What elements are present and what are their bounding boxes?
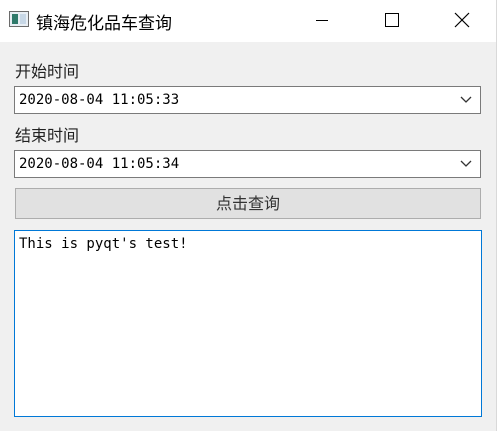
window-app-icon xyxy=(9,11,29,27)
start-time-combobox[interactable]: 2020-08-04 11:05:33 xyxy=(14,86,481,114)
close-button[interactable] xyxy=(439,0,485,42)
main-window: 镇海危化品车查询 开始时间 2020-08-04 11:05:33 结束时间 2… xyxy=(0,0,496,431)
window-right-edge xyxy=(496,0,500,431)
output-textarea[interactable]: This is pyqt's test! xyxy=(14,230,482,417)
query-button[interactable]: 点击查询 xyxy=(15,188,481,219)
window-title: 镇海危化品车查询 xyxy=(36,14,172,34)
end-time-value: 2020-08-04 11:05:34 xyxy=(19,156,180,172)
minimize-icon xyxy=(316,20,328,21)
start-time-label: 开始时间 xyxy=(15,62,80,81)
output-text: This is pyqt's test! xyxy=(19,236,188,252)
end-time-combobox[interactable]: 2020-08-04 11:05:34 xyxy=(14,150,481,178)
app-icon-pane-left xyxy=(12,14,18,24)
chevron-down-icon xyxy=(460,160,472,167)
title-bar[interactable]: 镇海危化品车查询 xyxy=(0,0,496,42)
chevron-down-icon xyxy=(460,96,472,103)
app-icon-pane-right xyxy=(20,14,26,24)
end-time-label: 结束时间 xyxy=(15,126,80,145)
start-time-value: 2020-08-04 11:05:33 xyxy=(19,92,180,108)
minimize-button[interactable] xyxy=(299,0,345,42)
close-icon xyxy=(454,12,470,28)
maximize-button[interactable] xyxy=(369,0,415,42)
maximize-icon xyxy=(385,13,399,27)
